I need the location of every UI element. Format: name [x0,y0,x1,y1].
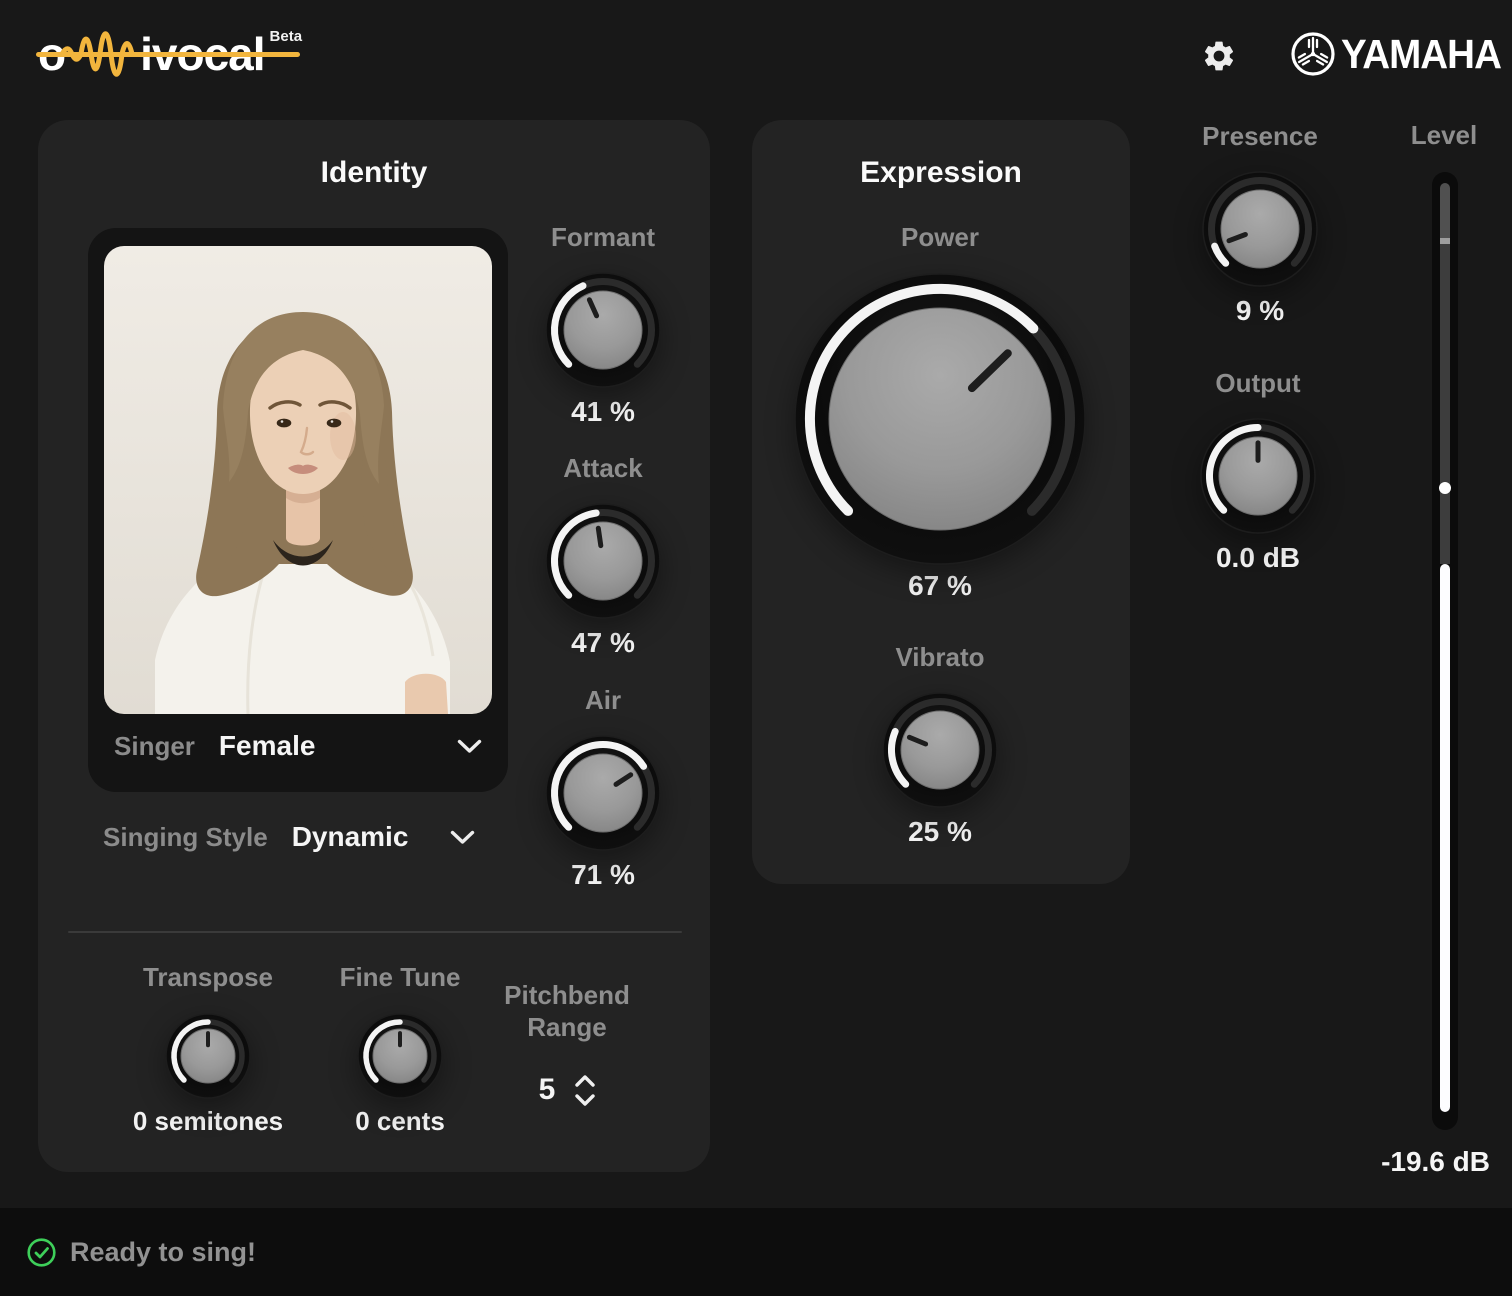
level-readout: -19.6 dB [1340,1146,1490,1178]
singer-label: Singer [114,731,195,762]
power-value: 67 % [908,570,972,602]
presence-value: 9 % [1236,295,1284,327]
output-control: Output 0.0 dB [1158,367,1358,574]
identity-panel: Identity [38,120,710,1172]
singer-value: Female [219,730,316,762]
singing-style-value: Dynamic [292,821,409,853]
power-control: Power 67 % [790,221,1090,602]
yamaha-wordmark: YAMAHA [1341,31,1501,78]
identity-title: Identity [38,156,710,190]
meter-peak-dot [1439,482,1451,494]
presence-knob[interactable] [1202,171,1318,287]
formant-control: Formant 41 % [503,221,703,428]
formant-knob[interactable] [545,272,661,388]
beta-badge: Beta [270,28,303,45]
chevron-down-icon [575,1094,595,1106]
attack-knob[interactable] [545,503,661,619]
pitchbend-range-control: Pitchbend Range 5 [467,979,667,1107]
presence-label: Presence [1202,120,1318,152]
air-control: Air 71 % [503,684,703,891]
output-value: 0.0 dB [1216,542,1300,574]
fine-tune-value: 0 cents [355,1105,445,1137]
meter-headroom-segment [1440,183,1450,238]
singer-dropdown[interactable]: Singer Female [114,714,482,778]
level-label: Level [1384,120,1504,151]
meter-level-fill [1440,564,1450,1112]
singing-style-dropdown[interactable]: Singing Style Dynamic [103,810,475,864]
output-knob[interactable] [1200,418,1316,534]
air-label: Air [585,684,621,716]
fine-tune-label: Fine Tune [340,961,461,993]
vibrato-control: Vibrato 25 % [840,641,1040,848]
air-knob[interactable] [545,735,661,851]
transpose-control: Transpose 0 semitones [108,961,308,1137]
formant-label: Formant [551,221,655,253]
pitchbend-value: 5 [539,1073,556,1107]
section-divider [68,931,682,933]
stepper-down-button[interactable] [575,1094,595,1106]
singer-photo [104,246,492,714]
check-circle-icon [26,1237,57,1268]
singing-style-label: Singing Style [103,822,268,853]
formant-value: 41 % [571,396,635,428]
chevron-down-icon[interactable] [450,830,475,845]
presence-control: Presence 9 % [1160,120,1360,327]
level-meter [1432,172,1458,1130]
yamaha-tuning-forks-icon [1290,31,1336,77]
output-label: Output [1215,367,1300,399]
logo-strike-line [36,52,300,57]
power-label: Power [901,221,979,253]
settings-button[interactable] [1199,36,1239,76]
pitchbend-stepper [575,1075,595,1106]
singer-card: Singer Female [88,228,508,792]
fine-tune-knob[interactable] [357,1013,443,1099]
expression-title: Expression [752,156,1130,190]
attack-control: Attack 47 % [503,452,703,659]
pitchbend-label-line1: Pitchbend [504,979,630,1011]
gear-icon [1201,38,1237,74]
chevron-down-icon[interactable] [457,739,482,754]
air-value: 71 % [571,859,635,891]
yamaha-brand: YAMAHA [1290,30,1511,78]
transpose-label: Transpose [143,961,273,993]
vibrato-knob[interactable] [882,692,998,808]
omnivocal-logo: o ivocal Beta [38,22,302,86]
power-knob[interactable] [794,273,1086,565]
meter-track-segment [1440,244,1450,564]
vibrato-value: 25 % [908,816,972,848]
transpose-knob[interactable] [165,1013,251,1099]
status-bar: Ready to sing! [0,1208,1512,1296]
attack-value: 47 % [571,627,635,659]
plugin-window: o ivocal Beta [0,0,1512,1296]
pitchbend-label-line2: Range [527,1011,606,1043]
expression-panel: Expression Power 67 % Vibrato [752,120,1130,884]
chevron-up-icon [575,1075,595,1087]
transpose-value: 0 semitones [133,1105,283,1137]
vibrato-label: Vibrato [895,641,984,673]
status-message: Ready to sing! [70,1237,256,1268]
attack-label: Attack [563,452,642,484]
stepper-up-button[interactable] [575,1075,595,1087]
